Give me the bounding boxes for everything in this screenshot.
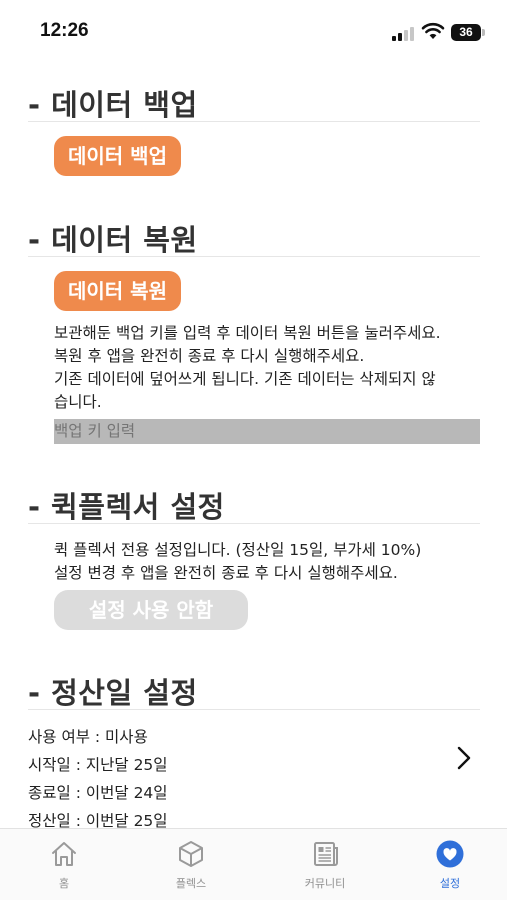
cellular-signal-icon — [392, 25, 416, 41]
box-icon — [179, 841, 203, 867]
battery-icon: 36 — [451, 24, 481, 41]
quickflex-description-line: 퀵 플렉서 전용 설정입니다. (정산일 15일, 부가세 10%) — [54, 541, 422, 559]
restore-description-line: 보관해둔 백업 키를 입력 후 데이터 복원 버튼을 눌러주세요. — [54, 324, 441, 342]
restore-description-line: 기존 데이터에 덮어쓰게 됩니다. 기존 데이터는 삭제되지 않 — [54, 370, 436, 388]
quickflex-setting-button[interactable]: 설정 사용 안함 — [54, 590, 248, 630]
quickflex-divider — [28, 523, 480, 524]
restore-description-line: 습니다. — [54, 393, 102, 411]
tab-settings[interactable]: 설정 — [410, 839, 490, 891]
status-bar: 12:26 36 — [0, 0, 507, 64]
restore-description-line: 복원 후 앱을 완전히 종료 후 다시 실행해주세요. — [54, 347, 365, 365]
wifi-icon — [421, 22, 445, 39]
tab-home[interactable]: 홈 — [24, 839, 104, 891]
restore-section-title: - 데이터 복원 — [28, 223, 198, 257]
chevron-right-icon[interactable] — [452, 744, 476, 772]
data-restore-button[interactable]: 데이터 복원 — [54, 271, 181, 311]
restore-description: 보관해둔 백업 키를 입력 후 데이터 복원 버튼을 눌러주세요. 복원 후 앱… — [54, 322, 480, 414]
quickflex-section-title: - 퀵플렉서 설정 — [28, 490, 225, 524]
tab-home-label: 홈 — [58, 877, 70, 890]
data-backup-button[interactable]: 데이터 백업 — [54, 136, 181, 176]
tab-flex-label: 플렉스 — [175, 877, 207, 890]
settlement-end-day: 종료일 : 이번달 24일 — [28, 784, 168, 802]
battery-tip — [482, 29, 485, 36]
heart-icon — [436, 840, 464, 868]
tab-community-label: 커뮤니티 — [304, 877, 346, 890]
settlement-info-row[interactable]: 사용 여부 : 미사용 시작일 : 지난달 25일 종료일 : 이번달 24일 … — [28, 723, 478, 835]
quickflex-description: 퀵 플렉서 전용 설정입니다. (정산일 15일, 부가세 10%) 설정 변경… — [54, 539, 421, 585]
settlement-use-status: 사용 여부 : 미사용 — [28, 728, 148, 746]
quickflex-description-line: 설정 변경 후 앱을 완전히 종료 후 다시 실행해주세요. — [54, 564, 398, 582]
backup-divider — [28, 121, 480, 122]
status-time: 12:26 — [40, 20, 89, 41]
backup-section-title: - 데이터 백업 — [28, 88, 198, 122]
tab-bar: 홈 플렉스 커뮤니티 설정 — [0, 828, 507, 900]
settlement-divider — [28, 709, 480, 710]
restore-divider — [28, 256, 480, 257]
tab-community[interactable]: 커뮤니티 — [285, 839, 365, 891]
newspaper-icon — [314, 842, 338, 866]
settlement-start-day: 시작일 : 지난달 25일 — [28, 756, 168, 774]
home-icon — [52, 842, 76, 866]
settlement-section-title: - 정산일 설정 — [28, 676, 198, 710]
backup-key-input[interactable] — [54, 419, 480, 444]
tab-flex[interactable]: 플렉스 — [151, 839, 231, 891]
tab-settings-label: 설정 — [439, 877, 461, 890]
